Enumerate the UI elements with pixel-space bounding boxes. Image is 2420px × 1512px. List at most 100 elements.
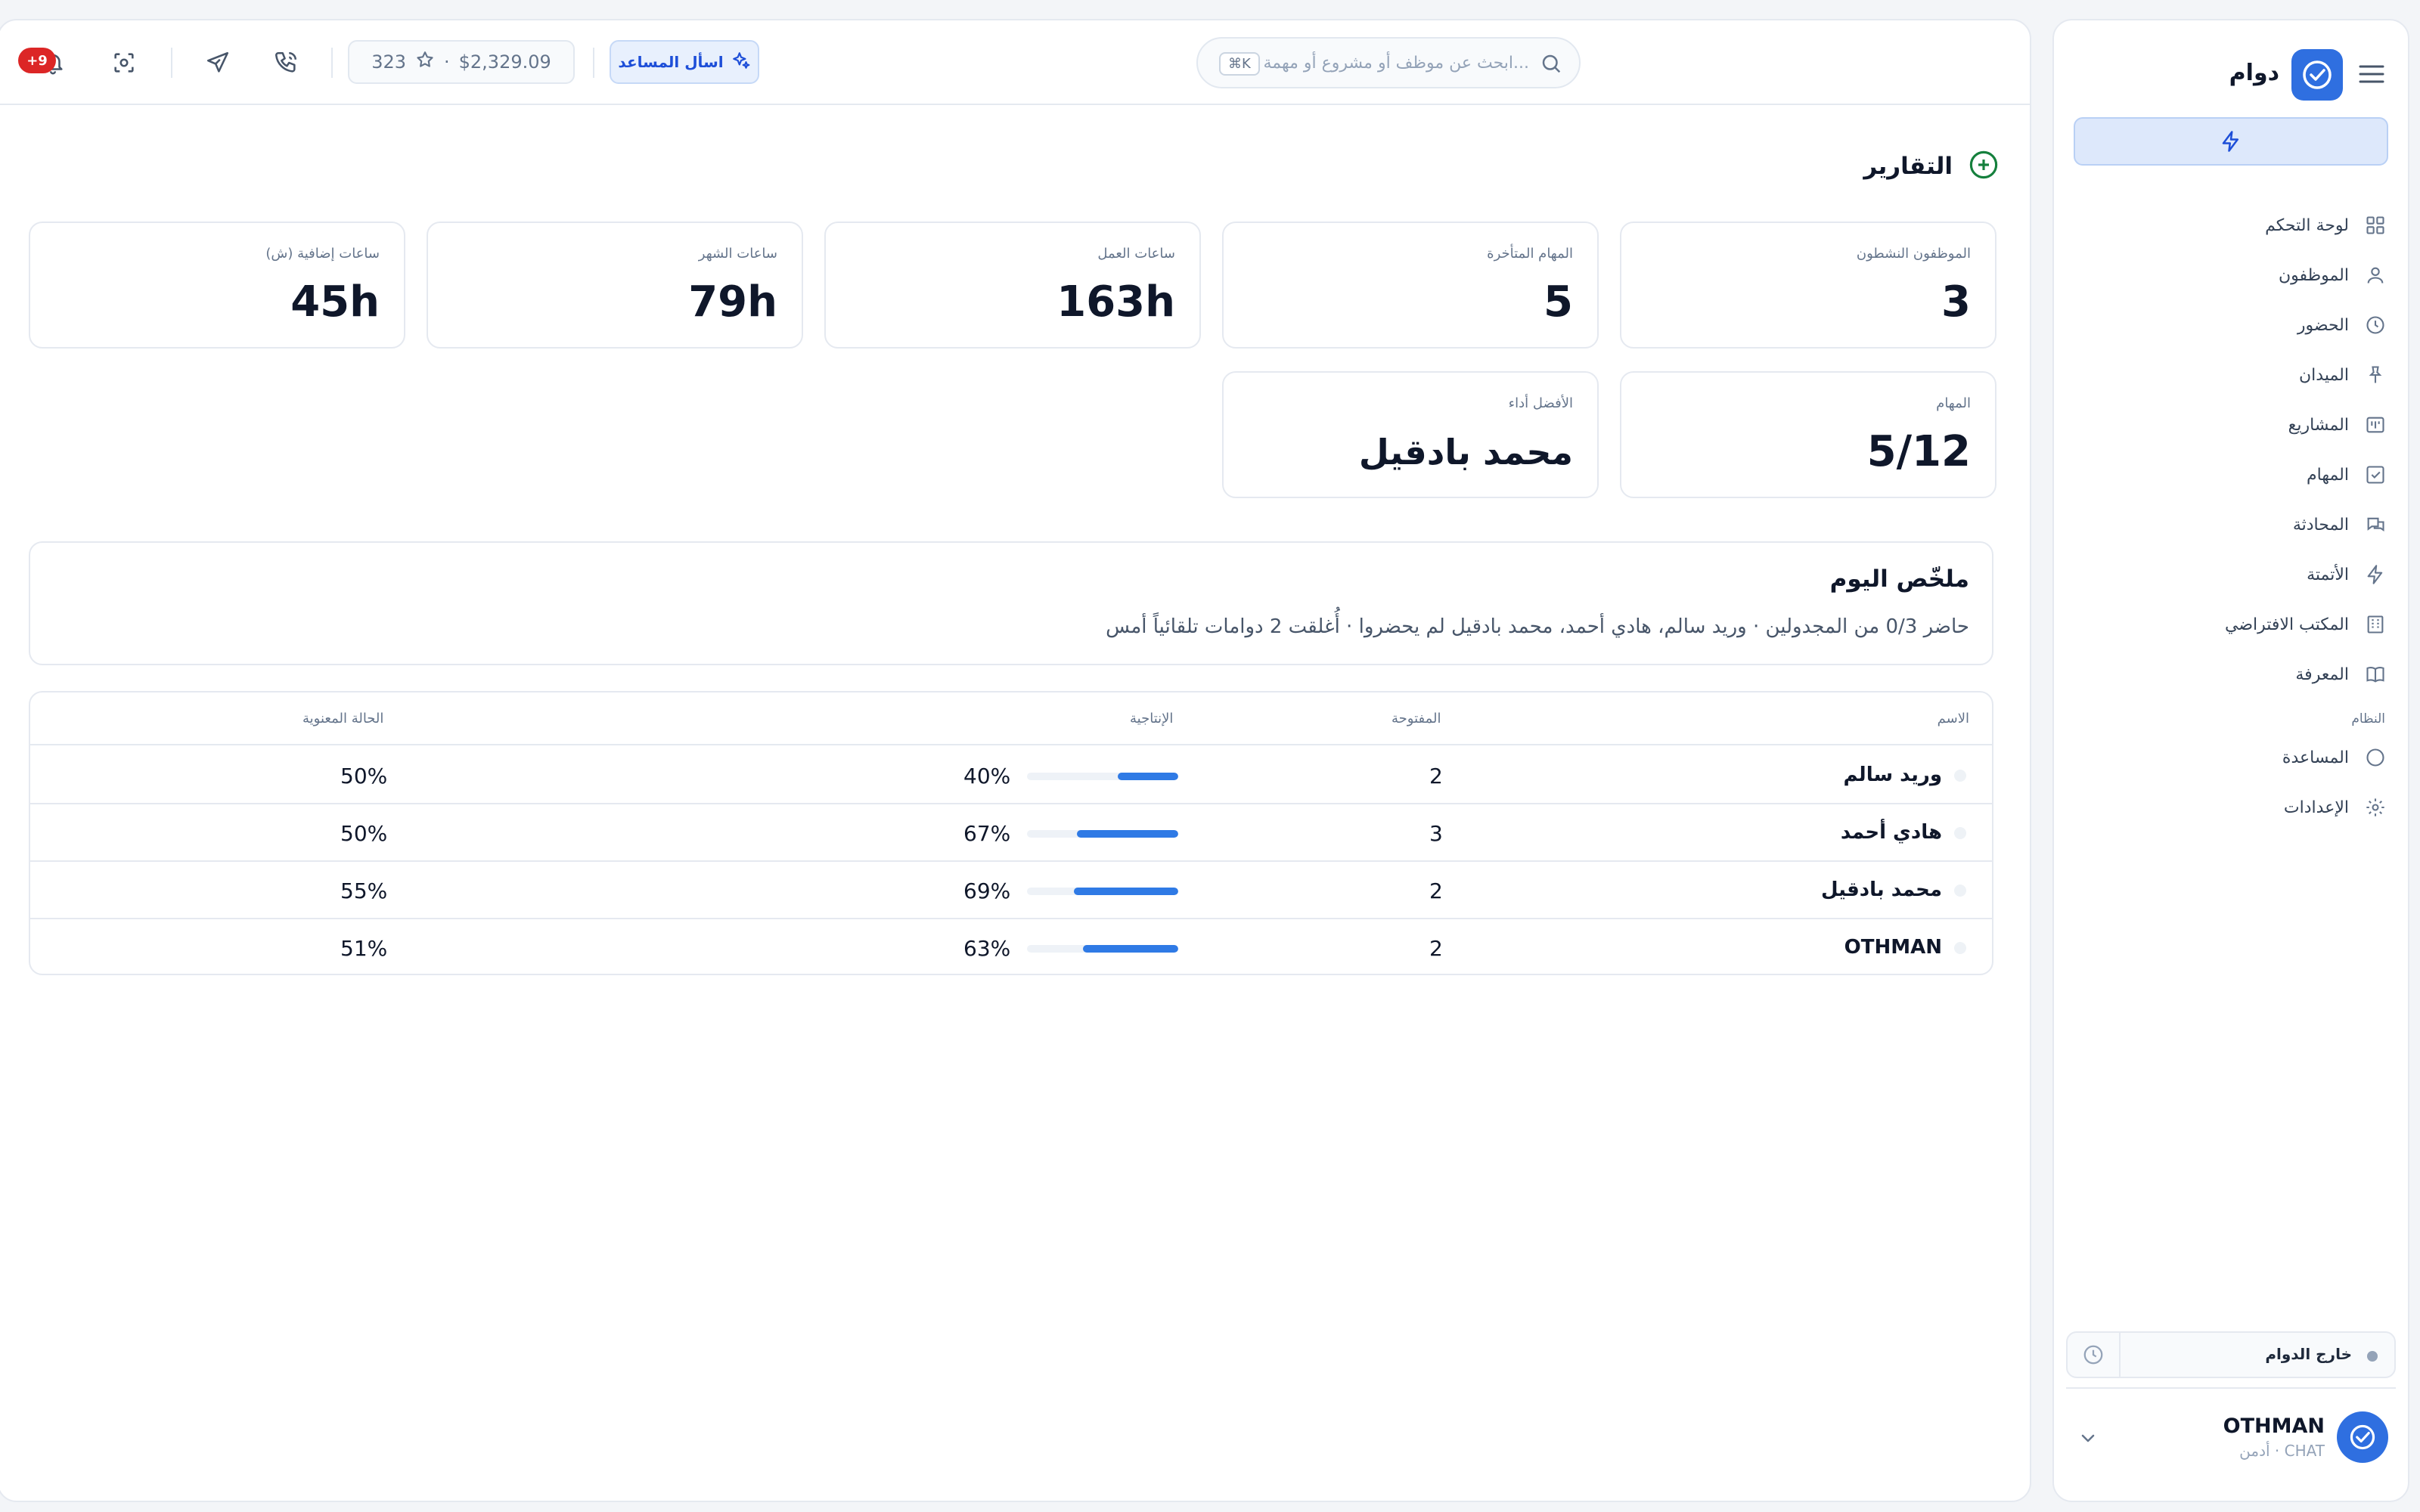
add-circle-icon[interactable] (1968, 149, 2000, 184)
divider (2066, 1387, 2396, 1389)
sidebar-item-attendance[interactable]: الحضور (2054, 300, 2408, 350)
sidebar-item-knowledge[interactable]: المعرفة (2054, 649, 2408, 699)
lightning-icon (2222, 131, 2238, 152)
sidebar-item-label: الأتمتة (2307, 565, 2349, 584)
productivity-bar (1027, 773, 1178, 780)
stat-card-overtime-hours: ساعات إضافية (ش) 45h (29, 222, 405, 349)
stat-value: 45h (290, 277, 380, 327)
productivity-bar-fill (1074, 888, 1178, 895)
screenshot-icon[interactable] (109, 48, 139, 78)
sidebar-item-chat[interactable]: المحادثة (2054, 500, 2408, 550)
stat-value: 163h (1056, 277, 1175, 327)
sidebar-item-settings[interactable]: الإعدادات (2054, 782, 2408, 832)
clock-icon (2363, 312, 2388, 338)
productivity-bar-fill (1077, 830, 1178, 838)
page-title: التقارير (1863, 153, 1953, 180)
table-row[interactable]: هادي أحمد 3 67% 50% (30, 804, 1992, 862)
stat-label: الموظفون النشطون (1856, 246, 1971, 262)
sidebar-item-help[interactable]: المساعدة (2054, 733, 2408, 782)
stat-label: المهام المتأخرة (1487, 246, 1573, 262)
clock-in-button[interactable] (2068, 1333, 2121, 1377)
search-shortcut-badge: ⌘K (1219, 52, 1260, 76)
book-icon (2363, 662, 2388, 687)
status-dot (2367, 1351, 2378, 1362)
stat-card-overdue-tasks: المهام المتأخرة 5 (1222, 222, 1599, 349)
table-row[interactable]: محمد بادقيل 2 69% 55% (30, 862, 1992, 919)
status-dot (1954, 827, 1966, 839)
employee-name: OTHMAN (1844, 936, 1942, 959)
sidebar-item-automation[interactable]: الأتمتة (2054, 550, 2408, 600)
user-icon (2363, 262, 2388, 288)
stat-value: 3 (1941, 277, 1971, 327)
sidebar-item-label: المعرفة (2295, 665, 2349, 684)
quick-action-button[interactable] (2074, 117, 2388, 166)
sidebar-header: دوام (2054, 43, 2408, 104)
work-status-pill[interactable]: خارج الدوام (2066, 1331, 2396, 1378)
column-header-productivity: الإنتاجية (1130, 711, 1174, 727)
assist-label: اسأل المساعد (618, 53, 724, 71)
main-content: ابحث عن موظف أو مشروع أو مهمة... ⌘K اسأل… (0, 19, 2031, 1502)
check-square-icon (2363, 462, 2388, 488)
column-header-mood: الحالة المعنوية (302, 711, 384, 727)
pin-icon (2363, 362, 2388, 388)
sidebar-item-projects[interactable]: المشاريع (2054, 400, 2408, 450)
stat-value: محمد بادقيل (1358, 432, 1573, 472)
hamburger-menu-icon[interactable] (2358, 63, 2385, 85)
sidebar-item-label: المكتب الافتراضي (2224, 615, 2349, 634)
column-header-open: المفتوحة (1392, 711, 1441, 727)
stat-card-work-hours: ساعات العمل 163h (824, 222, 1201, 349)
sidebar-item-field[interactable]: الميدان (2054, 350, 2408, 400)
sidebar-item-label: المشاريع (2288, 415, 2349, 435)
send-icon[interactable] (203, 48, 233, 78)
gear-icon (2363, 795, 2388, 820)
kanban-icon (2363, 412, 2388, 438)
stat-value: 5/12 (1866, 427, 1971, 476)
open-count: 2 (1429, 936, 1443, 961)
column-header-name: الاسم (1937, 711, 1969, 727)
brand-name: دوام (2229, 60, 2279, 86)
sidebar-item-employees[interactable]: الموظفون (2054, 250, 2408, 300)
notification-badge: +9 (18, 48, 56, 73)
credits-badge[interactable]: 323 · $2,329.09 (348, 40, 575, 84)
productivity-value: 63% (963, 936, 1011, 961)
summary-text: حاضر 0/3 من المجدولين · وريد سالم، هادي … (1106, 615, 1969, 638)
stat-card-month-hours: ساعات الشهر 79h (427, 222, 803, 349)
productivity-bar (1027, 830, 1178, 838)
user-name: OTHMAN (2223, 1414, 2325, 1438)
productivity-bar (1027, 888, 1178, 895)
productivity-value: 69% (963, 878, 1011, 903)
productivity-bar-fill (1083, 945, 1178, 953)
table-row[interactable]: OTHMAN 2 63% 51% (30, 919, 1992, 974)
sidebar-item-label: الموظفون (2278, 265, 2349, 285)
sidebar-item-tasks[interactable]: المهام (2054, 450, 2408, 500)
status-dot (1954, 885, 1966, 897)
avatar[interactable] (2337, 1411, 2388, 1463)
search-icon (1540, 52, 1562, 75)
sidebar-item-label: المساعدة (2282, 748, 2349, 767)
system-section-title: النظام (2351, 711, 2385, 727)
sidebar-item-virtual-office[interactable]: المكتب الافتراضي (2054, 600, 2408, 649)
sidebar-nav: لوحة التحكم الموظفون الحضور الميدان المش… (2054, 200, 2408, 832)
credits-amount: $2,329.09 (458, 51, 551, 73)
employee-name: محمد بادقيل (1820, 878, 1942, 901)
star-icon (415, 50, 435, 74)
dashboard-grid-icon (2363, 212, 2388, 238)
divider (171, 48, 172, 78)
divider (331, 48, 333, 78)
employee-name: هادي أحمد (1840, 821, 1942, 844)
stat-card-active-employees: الموظفون النشطون 3 (1620, 222, 1996, 349)
chevron-down-icon[interactable] (2077, 1430, 2099, 1448)
user-role: أدمن · CHAT (2239, 1442, 2325, 1460)
stat-label: ساعات إضافية (ش) (265, 246, 380, 262)
employee-name: وريد سالم (1843, 764, 1942, 786)
sidebar-item-dashboard[interactable]: لوحة التحكم (2054, 200, 2408, 250)
productivity-bar-fill (1118, 773, 1178, 780)
ask-assistant-button[interactable]: اسأل المساعد (610, 40, 759, 84)
separator-dot: · (444, 51, 450, 73)
search-input[interactable]: ابحث عن موظف أو مشروع أو مهمة... ⌘K (1196, 37, 1581, 88)
table-row[interactable]: وريد سالم 2 40% 50% (30, 747, 1992, 804)
phone-icon[interactable] (271, 48, 301, 78)
stat-label: الأفضل أداء (1508, 395, 1573, 411)
productivity-value: 40% (963, 764, 1011, 789)
circle-help-icon (2363, 745, 2388, 770)
